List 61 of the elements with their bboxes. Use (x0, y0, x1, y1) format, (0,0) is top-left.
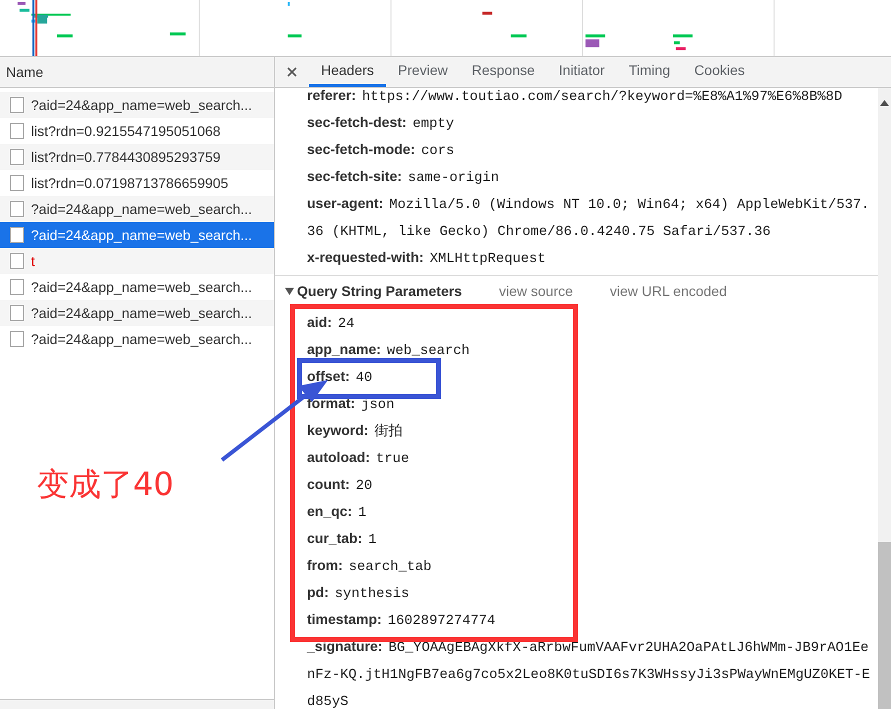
file-icon (10, 227, 24, 243)
detail-tab[interactable]: Cookies (682, 57, 757, 87)
request-name: ?aid=24&app_name=web_search... (31, 226, 252, 245)
file-icon (10, 123, 24, 139)
request-row[interactable]: ?aid=24&app_name=web_search... (0, 196, 274, 222)
detail-tab[interactable]: Response (460, 57, 547, 87)
file-icon (10, 331, 24, 347)
file-icon (10, 305, 24, 321)
name-column-header[interactable]: Name (0, 57, 274, 88)
request-name: list?rdn=0.07198713786659905 (31, 174, 228, 192)
header-line: autoload: true (307, 448, 410, 469)
header-line: sec-fetch-site: same-origin (307, 167, 499, 188)
view-link[interactable]: view source (498, 280, 573, 302)
close-icon[interactable] (287, 67, 297, 77)
file-icon (10, 149, 24, 165)
detail-tab[interactable]: Timing (616, 57, 682, 87)
detail-tab[interactable]: Headers (309, 57, 386, 87)
header-line: format: json (307, 394, 394, 415)
request-name: list?rdn=0.9215547195051068 (31, 122, 221, 140)
header-line: count: 20 (307, 475, 372, 496)
file-icon (10, 201, 24, 217)
request-name: t (31, 252, 35, 270)
header-line: cur_tab: 1 (307, 529, 377, 550)
file-icon (10, 97, 24, 113)
request-row[interactable]: ?aid=24&app_name=web_search... (0, 300, 274, 326)
header-line: x-requested-with: XMLHttpRequest (307, 248, 546, 269)
header-line: user-agent: Mozilla/5.0 (Windows NT 10.0; Win64; x64) AppleWebKit/537.36 (KHTML, like Gecko) Chrome/86.0.4240.75 Safari/537.36 (307, 194, 870, 242)
expand-triangle-icon[interactable] (285, 286, 294, 296)
header-line: sec-fetch-mode: cors (307, 140, 454, 161)
header-line: offset: 40 (307, 367, 372, 388)
section-title[interactable]: Query String Parameters (297, 280, 462, 302)
header-line: aid: 24 (307, 313, 354, 334)
header-line: from: search_tab (307, 556, 432, 577)
file-icon (10, 175, 24, 191)
request-name: ?aid=24&app_name=web_search... (31, 96, 252, 115)
file-icon (10, 253, 24, 269)
header-line: sec-fetch-dest: empty (307, 113, 454, 134)
request-row[interactable]: t (0, 248, 274, 274)
detail-tab[interactable]: Initiator (546, 57, 617, 87)
annotation-label: 变成了40 (37, 464, 174, 504)
header-line: app_name: web_search (307, 340, 470, 361)
file-icon (10, 279, 24, 295)
request-name: ?aid=24&app_name=web_search... (31, 330, 252, 349)
request-row[interactable]: ?aid=24&app_name=web_search... (0, 92, 274, 118)
request-name: ?aid=24&app_name=web_search... (31, 304, 252, 323)
request-row[interactable]: ?aid=24&app_name=web_search... (0, 222, 274, 248)
header-line: _signature: BG_YOAAgEBAgXkfX-aRrbwFumVAAFvr2UHA2OaPAtLJ6hWMm-JB9rAO1EenFz-KQ.jtH1NgFB7ea6g7co5x2Leo8K0tuSDI6s7K3WHssyJi3sPWayWnEMgUZ0KET-Ed85yS (307, 637, 872, 709)
header-line: referer: https://www.toutiao.com/search/?keyword=%E8%A1%97%E6%8B%8D (307, 88, 842, 107)
request-row[interactable]: list?rdn=0.7784430895293759 (0, 144, 274, 170)
header-line: pd: synthesis (307, 583, 410, 604)
scrollbar[interactable] (878, 88, 891, 709)
request-name: ?aid=24&app_name=web_search... (31, 278, 252, 297)
header-line: keyword: 街拍 (307, 421, 402, 442)
detail-tab[interactable]: Preview (386, 57, 460, 87)
request-name: list?rdn=0.7784430895293759 (31, 148, 221, 166)
header-line: en_qc: 1 (307, 502, 366, 523)
view-link[interactable]: view URL encoded (610, 280, 727, 302)
header-line: timestamp: 1602897274774 (307, 610, 496, 631)
scrollbar-thumb[interactable] (878, 542, 891, 709)
request-name: ?aid=24&app_name=web_search... (31, 200, 252, 219)
scroll-up-icon[interactable] (880, 100, 889, 106)
